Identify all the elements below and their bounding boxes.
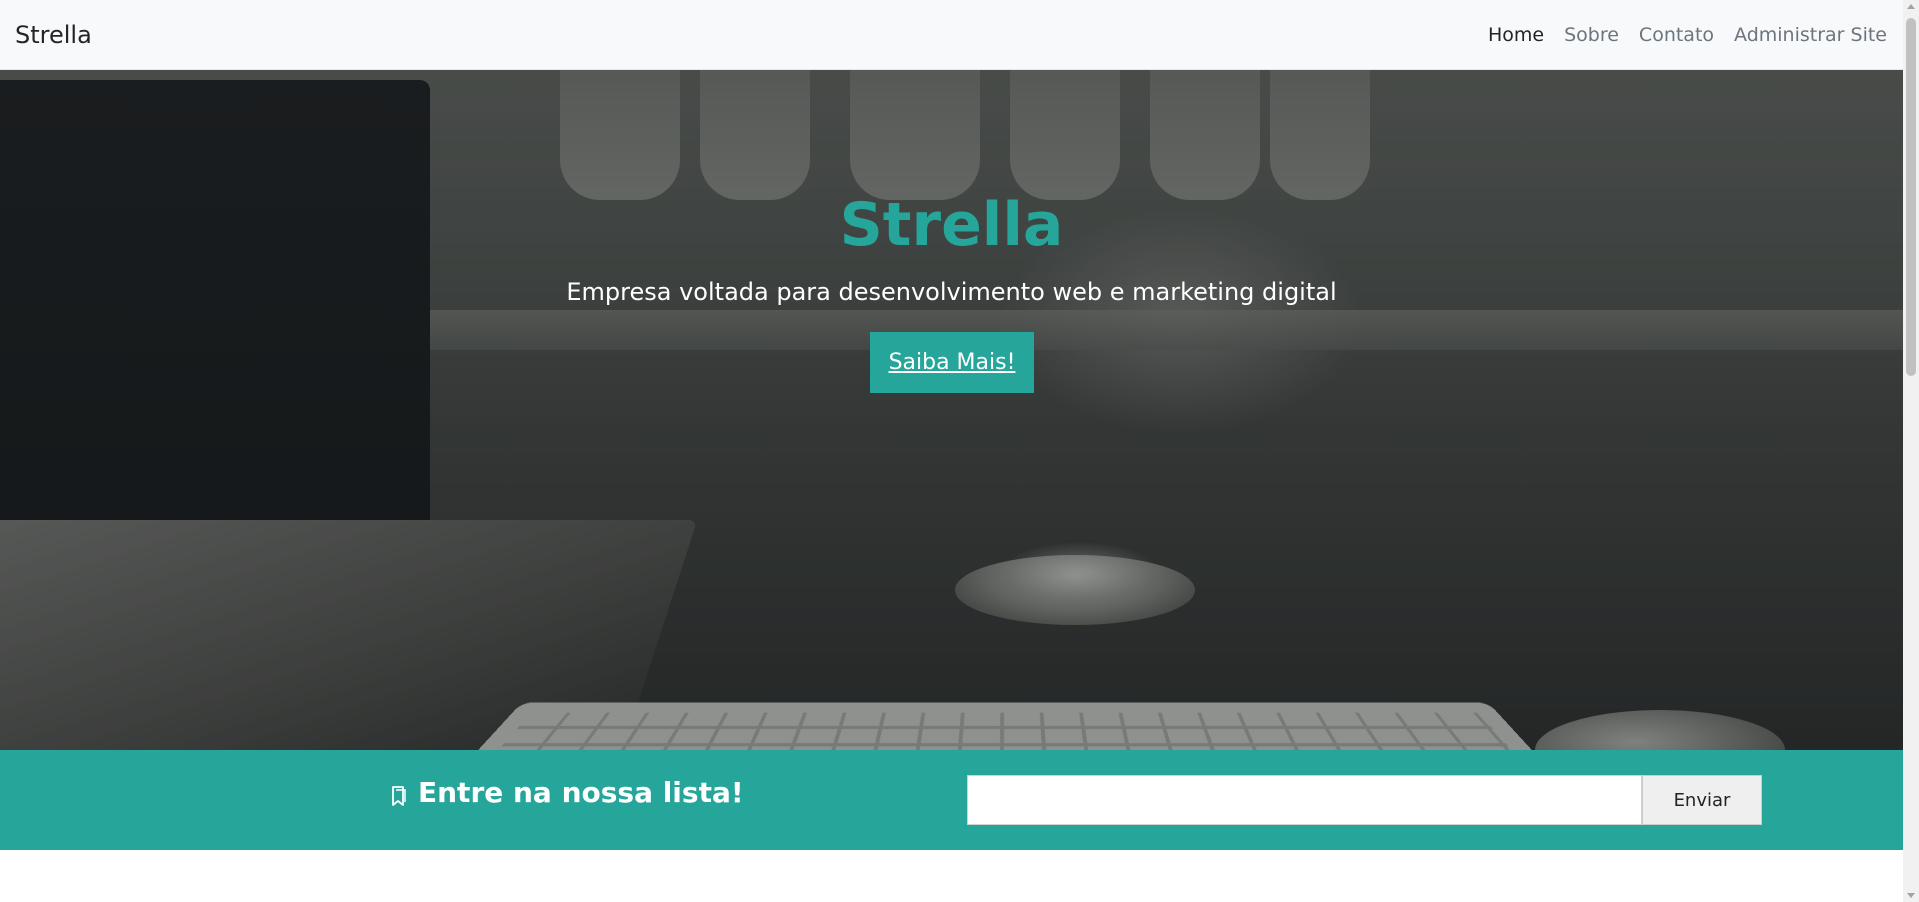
nav-link-contato[interactable]: Contato [1629, 24, 1724, 46]
scrollbar-thumb[interactable] [1906, 18, 1916, 376]
nav-link-sobre[interactable]: Sobre [1554, 24, 1629, 46]
page: Strella Home Sobre Contato Administrar S… [0, 0, 1919, 902]
newsletter-email-input[interactable] [967, 775, 1642, 825]
scroll-up-icon[interactable] [1907, 4, 1915, 9]
page-scrollbar[interactable] [1903, 0, 1919, 902]
hero-section: Strella Empresa voltada para desenvolvim… [0, 70, 1903, 750]
newsletter-heading: Entre na nossa lista! [390, 776, 744, 809]
saiba-mais-button[interactable]: Saiba Mais! [870, 332, 1034, 393]
newsletter-title: Entre na nossa lista! [418, 776, 744, 809]
navbar: Strella Home Sobre Contato Administrar S… [0, 0, 1903, 70]
nav-link-home[interactable]: Home [1478, 24, 1554, 46]
nav-links: Home Sobre Contato Administrar Site [1478, 24, 1887, 46]
hero-title: Strella [839, 190, 1064, 260]
enviar-button[interactable]: Enviar [1642, 775, 1762, 825]
nav-link-administrar-site[interactable]: Administrar Site [1724, 24, 1887, 46]
brand-link[interactable]: Strella [15, 21, 92, 49]
hero-subtitle: Empresa voltada para desenvolvimento web… [566, 278, 1337, 306]
newsletter-section: Entre na nossa lista! Enviar [0, 750, 1903, 850]
bookmark-icon [390, 785, 408, 807]
scroll-down-icon[interactable] [1907, 893, 1915, 898]
